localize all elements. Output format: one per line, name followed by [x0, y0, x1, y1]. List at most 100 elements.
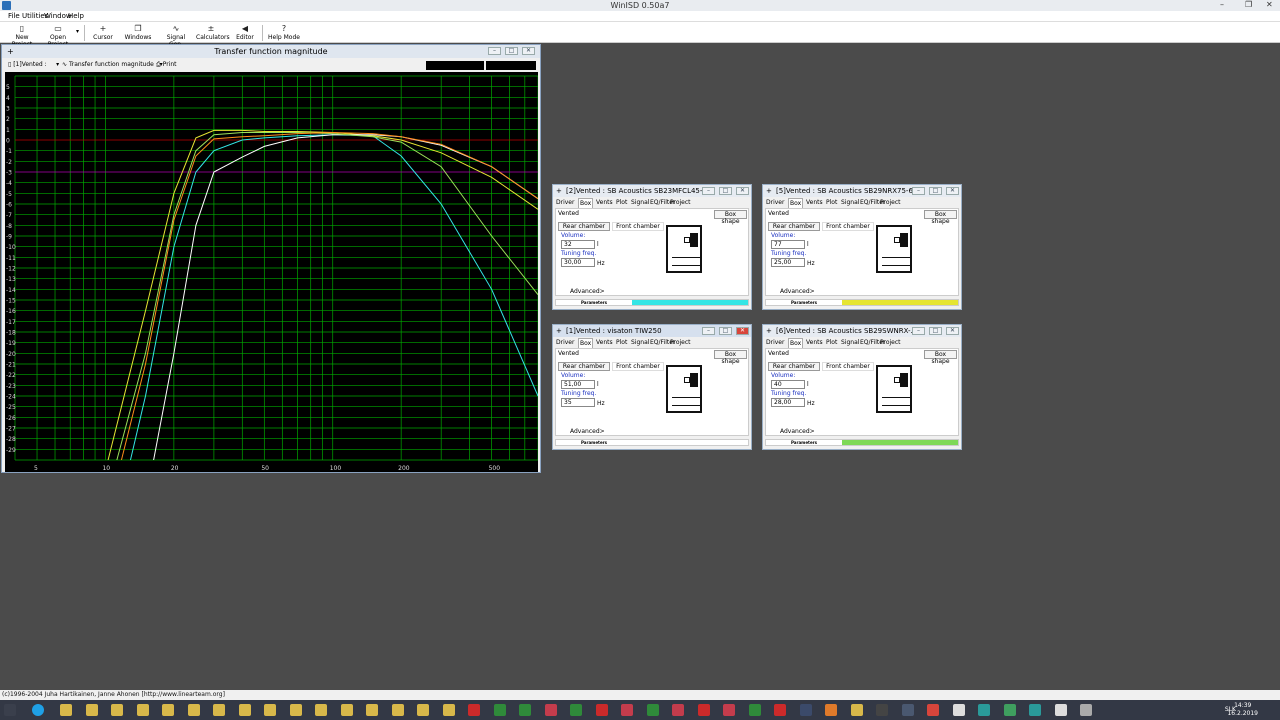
- taskbar-app-icon[interactable]: [136, 704, 149, 716]
- tab-signal[interactable]: Signal: [841, 198, 859, 208]
- front-chamber-tab[interactable]: Front chamber: [612, 222, 664, 231]
- maximize-icon[interactable]: ❐: [1245, 0, 1252, 10]
- tab-project[interactable]: Project: [670, 198, 691, 208]
- editor-button[interactable]: ◀ Editor: [234, 24, 256, 41]
- tab-driver[interactable]: Driver: [556, 198, 574, 208]
- minimize-icon[interactable]: –: [912, 187, 925, 195]
- graph-close-icon[interactable]: ✕: [522, 47, 535, 55]
- volume-input[interactable]: 32: [561, 240, 595, 249]
- front-chamber-tab[interactable]: Front chamber: [822, 362, 874, 371]
- maximize-icon[interactable]: □: [719, 327, 732, 335]
- box-shape-button[interactable]: Box shape: [714, 350, 747, 365]
- tab-signal[interactable]: Signal: [631, 198, 649, 208]
- windows-button[interactable]: ❐ Windows: [124, 24, 152, 41]
- advanced-button[interactable]: Advanced>: [780, 428, 815, 436]
- project-select[interactable]: ▯ [1]Vented : ▾: [8, 59, 59, 71]
- maximize-icon[interactable]: □: [929, 327, 942, 335]
- box-shape-button[interactable]: Box shape: [714, 210, 747, 225]
- taskbar-app-icon[interactable]: [595, 704, 608, 716]
- taskbar-app-icon[interactable]: [366, 704, 378, 716]
- print-button[interactable]: ⎙ Print: [156, 59, 177, 71]
- taskbar-app-icon[interactable]: [468, 704, 480, 716]
- tab-driver[interactable]: Driver: [766, 198, 784, 208]
- plot-area[interactable]: 5 4 3 2 1 0 -1 -2 -3 -4 -5 -6 -7 -8 -9 -10 -11 -12 -13 -14-…: [5, 72, 539, 472]
- advanced-button[interactable]: Advanced>: [780, 288, 815, 296]
- tab-signal[interactable]: Signal: [631, 338, 649, 348]
- design-window-titlebar[interactable]: + [6]Vented : SB Acoustics SB29SWNRX-...…: [763, 325, 961, 337]
- graph-window-titlebar[interactable]: + Transfer function magnitude – □ ✕: [2, 45, 540, 58]
- graph-maximize-icon[interactable]: □: [505, 47, 518, 55]
- minimize-icon[interactable]: –: [1220, 0, 1224, 10]
- taskbar-app-icon[interactable]: [825, 704, 837, 716]
- taskbar-app-icon[interactable]: [187, 704, 200, 716]
- minimize-icon[interactable]: –: [912, 327, 925, 335]
- taskbar-app-icon[interactable]: [901, 704, 914, 716]
- tab-plot[interactable]: Plot: [826, 338, 837, 348]
- maximize-icon[interactable]: □: [929, 187, 942, 195]
- taskbar-app-icon[interactable]: [799, 704, 812, 716]
- taskbar-app-icon[interactable]: [162, 704, 174, 716]
- rear-chamber-tab[interactable]: Rear chamber: [558, 222, 610, 231]
- tab-project[interactable]: Project: [880, 198, 901, 208]
- tab-plot[interactable]: Plot: [616, 338, 627, 348]
- design-window-titlebar[interactable]: + [1]Vented : visaton TIW250 – □ ✕: [553, 325, 751, 337]
- taskbar-app-icon[interactable]: [544, 704, 557, 716]
- advanced-button[interactable]: Advanced>: [570, 428, 605, 436]
- open-project-dropdown-icon[interactable]: ▾: [76, 28, 79, 35]
- taskbar-app-icon[interactable]: [60, 704, 72, 716]
- calculators-button[interactable]: ± Calculators: [196, 24, 230, 41]
- design-window-titlebar[interactable]: + [2]Vented : SB Acoustics SB23MFCL45-..…: [553, 185, 751, 197]
- taskbar-app-icon[interactable]: [340, 704, 353, 716]
- minimize-icon[interactable]: –: [702, 187, 715, 195]
- tab-vents[interactable]: Vents: [806, 198, 823, 208]
- menu-file[interactable]: File: [8, 12, 20, 21]
- taskbar-app-icon[interactable]: [391, 704, 404, 716]
- minimize-icon[interactable]: –: [702, 327, 715, 335]
- taskbar-app-icon[interactable]: [1003, 704, 1016, 716]
- taskbar-app-icon[interactable]: [111, 704, 123, 716]
- rear-chamber-tab[interactable]: Rear chamber: [558, 362, 610, 371]
- taskbar-app-icon[interactable]: [442, 704, 455, 716]
- cursor-button[interactable]: + Cursor: [90, 24, 116, 41]
- taskbar-app-icon[interactable]: [213, 704, 225, 716]
- tab-vents[interactable]: Vents: [596, 198, 613, 208]
- maximize-icon[interactable]: □: [719, 187, 732, 195]
- taskbar-app-icon[interactable]: [876, 704, 888, 716]
- tab-project[interactable]: Project: [670, 338, 691, 348]
- tab-driver[interactable]: Driver: [556, 338, 574, 348]
- taskbar-app-icon[interactable]: [978, 704, 990, 716]
- taskbar-app-icon[interactable]: [417, 704, 429, 716]
- box-shape-button[interactable]: Box shape: [924, 350, 957, 365]
- taskbar-app-icon[interactable]: [315, 704, 327, 716]
- pin-icon[interactable]: +: [766, 185, 772, 197]
- taskbar-app-icon[interactable]: [1080, 704, 1092, 716]
- box-shape-button[interactable]: Box shape: [924, 210, 957, 225]
- volume-input[interactable]: 51,00: [561, 380, 595, 389]
- taskbar-app-icon[interactable]: [723, 704, 735, 716]
- taskbar-app-icon[interactable]: [493, 704, 506, 716]
- volume-input[interactable]: 40: [771, 380, 805, 389]
- taskbar-app-icon[interactable]: [570, 704, 582, 716]
- pin-icon[interactable]: +: [766, 325, 772, 337]
- pin-icon[interactable]: +: [556, 185, 562, 197]
- tab-plot[interactable]: Plot: [616, 198, 627, 208]
- tuning-input[interactable]: 35: [561, 398, 595, 407]
- language-indicator[interactable]: SLK: [1225, 706, 1236, 713]
- rear-chamber-tab[interactable]: Rear chamber: [768, 222, 820, 231]
- close-icon[interactable]: ✕: [736, 327, 749, 335]
- tab-vents[interactable]: Vents: [806, 338, 823, 348]
- close-icon[interactable]: ✕: [946, 187, 959, 195]
- graph-minimize-icon[interactable]: –: [488, 47, 501, 55]
- taskbar-app-icon[interactable]: [748, 704, 761, 716]
- taskbar-app-icon[interactable]: [646, 704, 659, 716]
- volume-input[interactable]: 77: [771, 240, 805, 249]
- tab-driver[interactable]: Driver: [766, 338, 784, 348]
- taskbar-app-icon[interactable]: [519, 704, 531, 716]
- tab-plot[interactable]: Plot: [826, 198, 837, 208]
- start-icon[interactable]: [4, 704, 16, 716]
- front-chamber-tab[interactable]: Front chamber: [612, 362, 664, 371]
- design-window-titlebar[interactable]: + [5]Vented : SB Acoustics SB29NRX75-6 –…: [763, 185, 961, 197]
- taskbar-app-icon[interactable]: [264, 704, 276, 716]
- pin-icon[interactable]: +: [7, 45, 14, 58]
- taskbar-app-icon[interactable]: [927, 704, 939, 716]
